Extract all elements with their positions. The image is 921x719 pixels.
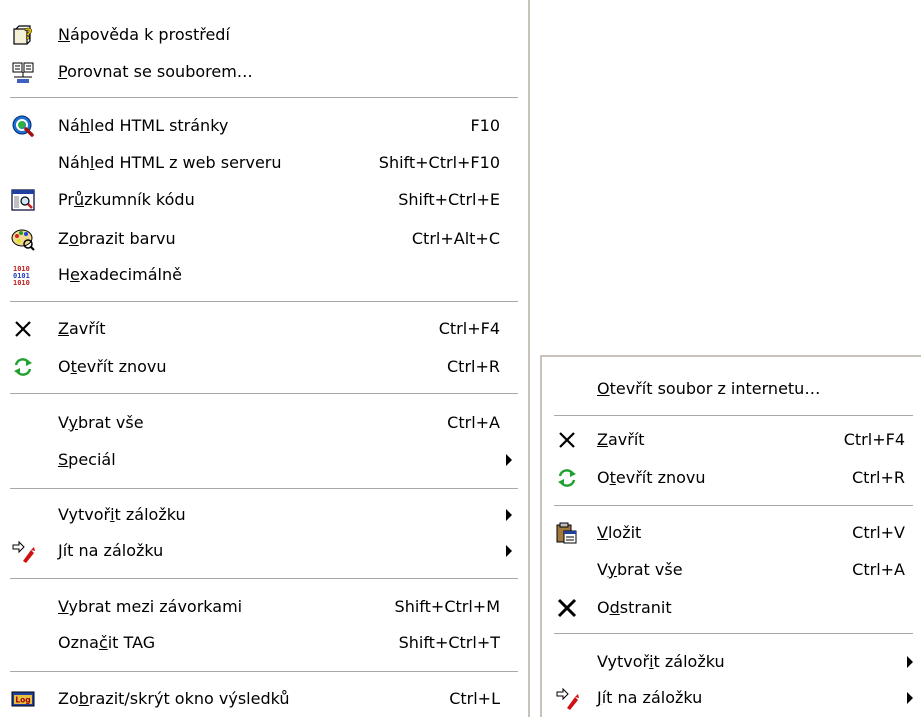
- menu-separator: [554, 415, 913, 417]
- shortcut-label: Ctrl+A: [447, 413, 500, 432]
- menu-item-html-preview-server[interactable]: Náhled HTML z web serveru Shift+Ctrl+F10: [0, 143, 528, 183]
- menu-item-delete[interactable]: Odstranit: [542, 588, 921, 628]
- menu-separator: [10, 671, 518, 673]
- menu-item-select-all[interactable]: Vybrat vše Ctrl+A: [542, 550, 921, 590]
- menu-separator: [10, 97, 518, 99]
- shortcut-label: Ctrl+V: [852, 523, 905, 542]
- menu-item-show-color[interactable]: Zobrazit barvu Ctrl+Alt+C: [0, 219, 528, 259]
- menu-item-paste[interactable]: Vložit Ctrl+V: [542, 513, 921, 553]
- menu-item-hexadecimal[interactable]: 1010 0101 1010 Hexadecimálně: [0, 255, 528, 295]
- hex-icon: 1010 0101 1010: [11, 263, 35, 287]
- submenu-arrow-icon: [506, 454, 512, 466]
- menu-item-reopen[interactable]: Otevřít znovu Ctrl+R: [0, 347, 528, 387]
- menu-item-compare-files[interactable]: Porovnat se souborem…: [0, 52, 528, 92]
- menu-separator: [554, 633, 913, 635]
- menu-separator: [10, 578, 518, 580]
- menu-item-reopen[interactable]: Otevřít znovu Ctrl+R: [542, 458, 921, 498]
- svg-text:?: ?: [24, 25, 33, 43]
- submenu-arrow-icon: [907, 692, 913, 704]
- submenu-arrow-icon: [506, 509, 512, 521]
- menu-item-mark-tag[interactable]: Označit TAG Shift+Ctrl+T: [0, 623, 528, 663]
- menu-separator: [10, 488, 518, 490]
- menu-item-goto-bookmark[interactable]: Jít na záložku: [0, 531, 528, 571]
- menu-item-special[interactable]: Speciál: [0, 440, 528, 480]
- shortcut-label: Ctrl+R: [447, 357, 500, 376]
- menu-separator: [10, 393, 518, 395]
- svg-text:1010: 1010: [13, 279, 30, 287]
- delete-icon: [555, 596, 579, 620]
- shortcut-label: Shift+Ctrl+M: [394, 597, 500, 616]
- menu-item-html-preview[interactable]: Náhled HTML stránky F10: [0, 106, 528, 146]
- html-preview-icon: [11, 114, 35, 138]
- close-icon: [11, 317, 35, 341]
- shortcut-label: Ctrl+A: [852, 560, 905, 579]
- shortcut-label: F10: [470, 116, 500, 135]
- compare-files-icon: [11, 60, 35, 84]
- menu-separator: [554, 505, 913, 507]
- shortcut-label: Shift+Ctrl+T: [398, 633, 500, 652]
- menu-item-select-brackets[interactable]: Vybrat mezi závorkami Shift+Ctrl+M: [0, 587, 528, 627]
- color-palette-icon: [11, 227, 35, 251]
- help-icon: ?: [11, 23, 35, 47]
- log-window-icon: Log: [11, 687, 35, 711]
- code-explorer-icon: [11, 188, 35, 212]
- menu-item-create-bookmark[interactable]: Vytvořit záložku: [542, 642, 921, 682]
- menu-item-select-all[interactable]: Vybrat vše Ctrl+A: [0, 403, 528, 443]
- reload-icon: [555, 466, 579, 490]
- reload-icon: [11, 355, 35, 379]
- context-menu-main: ? Nápověda k prostředí Porovnat se soubo…: [0, 0, 530, 717]
- shortcut-label: Ctrl+Alt+C: [411, 229, 500, 248]
- submenu-arrow-icon: [907, 656, 913, 668]
- menu-item-close[interactable]: Zavřít Ctrl+F4: [0, 309, 528, 349]
- shortcut-label: Ctrl+R: [852, 468, 905, 487]
- shortcut-label: Shift+Ctrl+F10: [378, 153, 500, 172]
- goto-bookmark-icon: [11, 539, 35, 563]
- menu-item-close[interactable]: Zavřít Ctrl+F4: [542, 420, 921, 460]
- menu-item-goto-bookmark[interactable]: Jít na záložku: [542, 678, 921, 718]
- shortcut-label: Ctrl+F4: [843, 430, 905, 449]
- menu-item-code-explorer[interactable]: Průzkumník kódu Shift+Ctrl+E: [0, 180, 528, 220]
- menu-item-toggle-results[interactable]: Log Zobrazit/skrýt okno výsledků Ctrl+L: [0, 679, 528, 719]
- menu-item-create-bookmark[interactable]: Vytvořit záložku: [0, 495, 528, 535]
- shortcut-label: Shift+Ctrl+E: [398, 190, 500, 209]
- svg-text:Log: Log: [15, 696, 30, 705]
- menu-item-open-from-internet[interactable]: Otevřít soubor z internetu…: [542, 369, 921, 409]
- menu-separator: [10, 301, 518, 303]
- goto-bookmark-icon: [555, 686, 579, 710]
- context-menu-secondary: Otevřít soubor z internetu… Zavřít Ctrl+…: [540, 355, 921, 717]
- paste-icon: [555, 521, 579, 545]
- menu-item-help[interactable]: ? Nápověda k prostředí: [0, 15, 528, 55]
- submenu-arrow-icon: [506, 545, 512, 557]
- close-icon: [555, 428, 579, 452]
- shortcut-label: Ctrl+F4: [438, 319, 500, 338]
- shortcut-label: Ctrl+L: [449, 689, 500, 708]
